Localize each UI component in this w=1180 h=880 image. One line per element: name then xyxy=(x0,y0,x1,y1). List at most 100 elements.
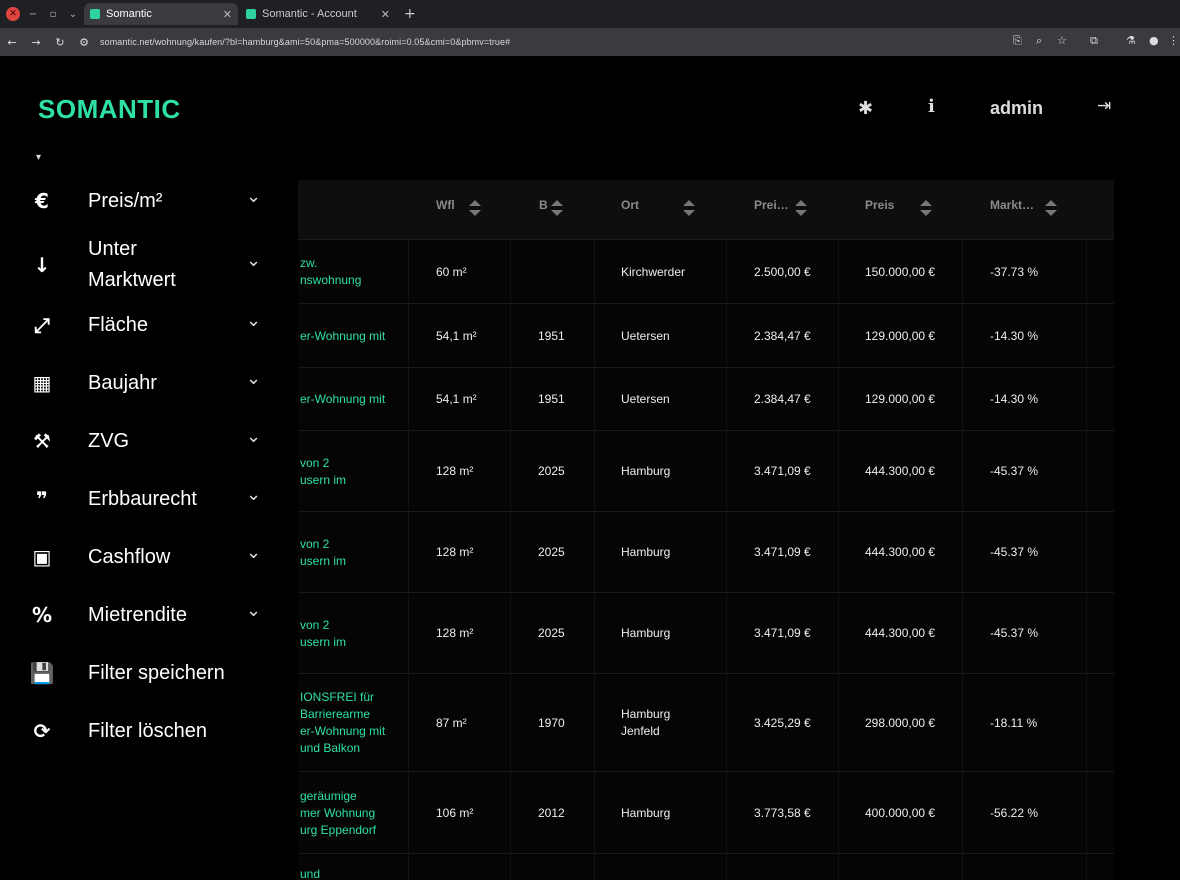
logout-icon[interactable]: ⇥ xyxy=(1097,96,1111,116)
new-tab-icon[interactable]: + xyxy=(404,6,416,22)
table-row[interactable]: zw. nswohnung60 m²Kirchwerder2.500,00 €1… xyxy=(298,240,1114,304)
cell-title[interactable]: geräumige mer Wohnung urg Eppendorf xyxy=(300,788,376,839)
cell-preis: 444.300,00 € xyxy=(865,463,935,480)
table-row[interactable]: von 2 usern im128 m²2025Hamburg3.471,09 … xyxy=(298,431,1114,512)
browser-tab-account[interactable]: Somantic - Account ✕ xyxy=(240,3,396,25)
cell-ort: Hamburg xyxy=(621,463,670,480)
table-row[interactable]: von 2 usern im128 m²2025Hamburg3.471,09 … xyxy=(298,593,1114,674)
cell-baujahr: 2012 xyxy=(538,805,565,822)
favicon-icon xyxy=(246,9,256,19)
collapse-caret-icon[interactable]: ▾ xyxy=(36,152,41,163)
browser-menu-icon[interactable]: ⋮ xyxy=(1168,34,1179,47)
cell-wfl: 60 m² xyxy=(436,264,467,281)
sort-icon[interactable] xyxy=(469,200,481,218)
cell-wfl: 54,1 m² xyxy=(436,391,477,408)
cell-title[interactable]: von 2 usern im xyxy=(300,536,346,570)
chevron-down-icon[interactable]: ⌄ xyxy=(246,484,261,505)
cell-title[interactable]: IONSFREI für Barrierearme er-Wohnung mit… xyxy=(300,689,385,757)
quote-icon: ❞ xyxy=(28,487,56,511)
chevron-down-icon[interactable]: ⌄ xyxy=(246,186,261,207)
sidebar-item-cashflow[interactable]: ▣Cashflow⌄ xyxy=(0,532,298,582)
sidebar-item-preis-m2[interactable]: €Preis/m²⌄ xyxy=(0,176,298,226)
table-row[interactable]: er-Wohnung mit54,1 m²1951Uetersen2.384,4… xyxy=(298,304,1114,368)
sidebar-item-erbbaurecht[interactable]: ❞Erbbaurecht⌄ xyxy=(0,474,298,524)
cell-preis: 444.300,00 € xyxy=(865,544,935,561)
sort-icon[interactable] xyxy=(920,200,932,218)
tab-close-icon[interactable]: ✕ xyxy=(381,8,390,21)
bookmark-star-icon[interactable]: ☆ xyxy=(1057,34,1067,47)
cell-markt: -45.37 % xyxy=(990,463,1038,480)
table-row[interactable]: von 2 usern im128 m²2025Hamburg3.471,09 … xyxy=(298,512,1114,593)
cell-preis: 400.000,00 € xyxy=(865,805,935,822)
sidebar-item-filter-speichern[interactable]: 💾Filter speichern xyxy=(0,648,298,698)
chevron-down-icon[interactable]: ⌄ xyxy=(246,368,261,389)
cell-preis-m2: 3.773,58 € xyxy=(754,805,811,822)
extensions-icon[interactable]: ⧉ xyxy=(1090,34,1098,48)
table-row[interactable]: IONSFREI für Barrierearme er-Wohnung mit… xyxy=(298,674,1114,772)
cell-preis-m2: 3.425,29 € xyxy=(754,715,811,732)
tab-close-icon[interactable]: ✕ xyxy=(223,8,232,21)
column-header-wfl[interactable]: Wfl xyxy=(436,198,455,212)
chevron-down-icon[interactable]: ⌄ xyxy=(246,600,261,621)
user-name[interactable]: admin xyxy=(990,98,1043,119)
sidebar-item-mietrendite[interactable]: %Mietrendite⌄ xyxy=(0,590,298,640)
sort-icon[interactable] xyxy=(795,200,807,218)
percent-icon: % xyxy=(28,603,56,627)
sort-icon[interactable] xyxy=(683,200,695,218)
sidebar-item-zvg[interactable]: ⚒ZVG⌄ xyxy=(0,416,298,466)
window-restore-icon[interactable]: ▫ xyxy=(46,7,60,21)
chevron-down-icon[interactable]: ⌄ xyxy=(246,250,261,271)
browser-tab-somantic[interactable]: Somantic ✕ xyxy=(84,3,238,25)
tab-label: Somantic xyxy=(106,8,152,20)
labs-flask-icon[interactable]: ⚗ xyxy=(1126,34,1136,47)
column-header-preis-m2[interactable]: Prei… xyxy=(754,198,789,212)
cell-title[interactable]: er-Wohnung mit xyxy=(300,391,385,408)
cell-preis-m2: 2.500,00 € xyxy=(754,264,811,281)
sort-icon[interactable] xyxy=(551,200,563,218)
chevron-down-icon[interactable]: ⌄ xyxy=(246,426,261,447)
table-row[interactable]: und xyxy=(298,854,1114,880)
cell-title[interactable]: er-Wohnung mit xyxy=(300,328,385,345)
browser-tab-bar: ✕ − ▫ ⌄ Somantic ✕ Somantic - Account ✕ … xyxy=(0,0,1180,28)
chevron-down-icon[interactable]: ⌄ xyxy=(246,310,261,331)
info-icon[interactable]: i xyxy=(928,96,935,117)
bug-icon[interactable]: ✱ xyxy=(858,98,873,119)
column-header-marktwert[interactable]: Markt… xyxy=(990,198,1034,212)
cell-title[interactable]: von 2 usern im xyxy=(300,455,346,489)
sidebar-item-filter-loeschen[interactable]: ⟳Filter löschen xyxy=(0,706,298,756)
back-icon[interactable]: ← xyxy=(0,36,24,49)
favicon-icon xyxy=(90,9,100,19)
cell-title[interactable]: und xyxy=(300,866,320,880)
table-row[interactable]: geräumige mer Wohnung urg Eppendorf106 m… xyxy=(298,772,1114,854)
site-info-icon[interactable]: ⚙ xyxy=(72,36,96,49)
url-field[interactable]: somantic.net/wohnung/kaufen/?bl=hamburg&… xyxy=(100,37,510,47)
window-minimize-icon[interactable]: − xyxy=(26,7,40,21)
sidebar-item-baujahr[interactable]: ▦Baujahr⌄ xyxy=(0,358,298,408)
chevron-down-icon[interactable]: ⌄ xyxy=(246,542,261,563)
cell-ort: Hamburg xyxy=(621,805,670,822)
reload-icon[interactable]: ↻ xyxy=(48,36,72,49)
column-header-baujahr[interactable]: B xyxy=(539,198,548,212)
cell-wfl: 128 m² xyxy=(436,463,473,480)
column-header-ort[interactable]: Ort xyxy=(621,198,639,212)
cell-preis-m2: 3.471,09 € xyxy=(754,544,811,561)
translate-icon[interactable]: ⎘ xyxy=(1013,34,1022,48)
profile-icon[interactable]: ● xyxy=(1149,34,1159,47)
cell-title[interactable]: zw. nswohnung xyxy=(300,255,361,289)
cell-markt: -45.37 % xyxy=(990,544,1038,561)
cell-title[interactable]: von 2 usern im xyxy=(300,617,346,651)
tab-list-chevron-icon[interactable]: ⌄ xyxy=(66,7,80,21)
cell-baujahr: 1951 xyxy=(538,328,565,345)
sidebar-item-flaeche[interactable]: ⤢Fläche⌄ xyxy=(0,300,298,350)
window-close-icon[interactable]: ✕ xyxy=(6,7,20,21)
sidebar-item-unter-marktwert[interactable]: ↓Unter Marktwert⌄ xyxy=(0,232,298,298)
forward-icon[interactable]: → xyxy=(24,36,48,49)
cell-preis: 444.300,00 € xyxy=(865,625,935,642)
column-header-preis[interactable]: Preis xyxy=(865,198,894,212)
logo[interactable]: SOMANTIC xyxy=(38,94,181,125)
cell-ort: Hamburg Jenfeld xyxy=(621,706,670,740)
table-row[interactable]: er-Wohnung mit54,1 m²1951Uetersen2.384,4… xyxy=(298,368,1114,431)
sidebar-item-label: Preis/m² xyxy=(88,186,162,217)
sort-icon[interactable] xyxy=(1045,200,1057,218)
zoom-icon[interactable]: ⌕ xyxy=(1036,34,1042,48)
